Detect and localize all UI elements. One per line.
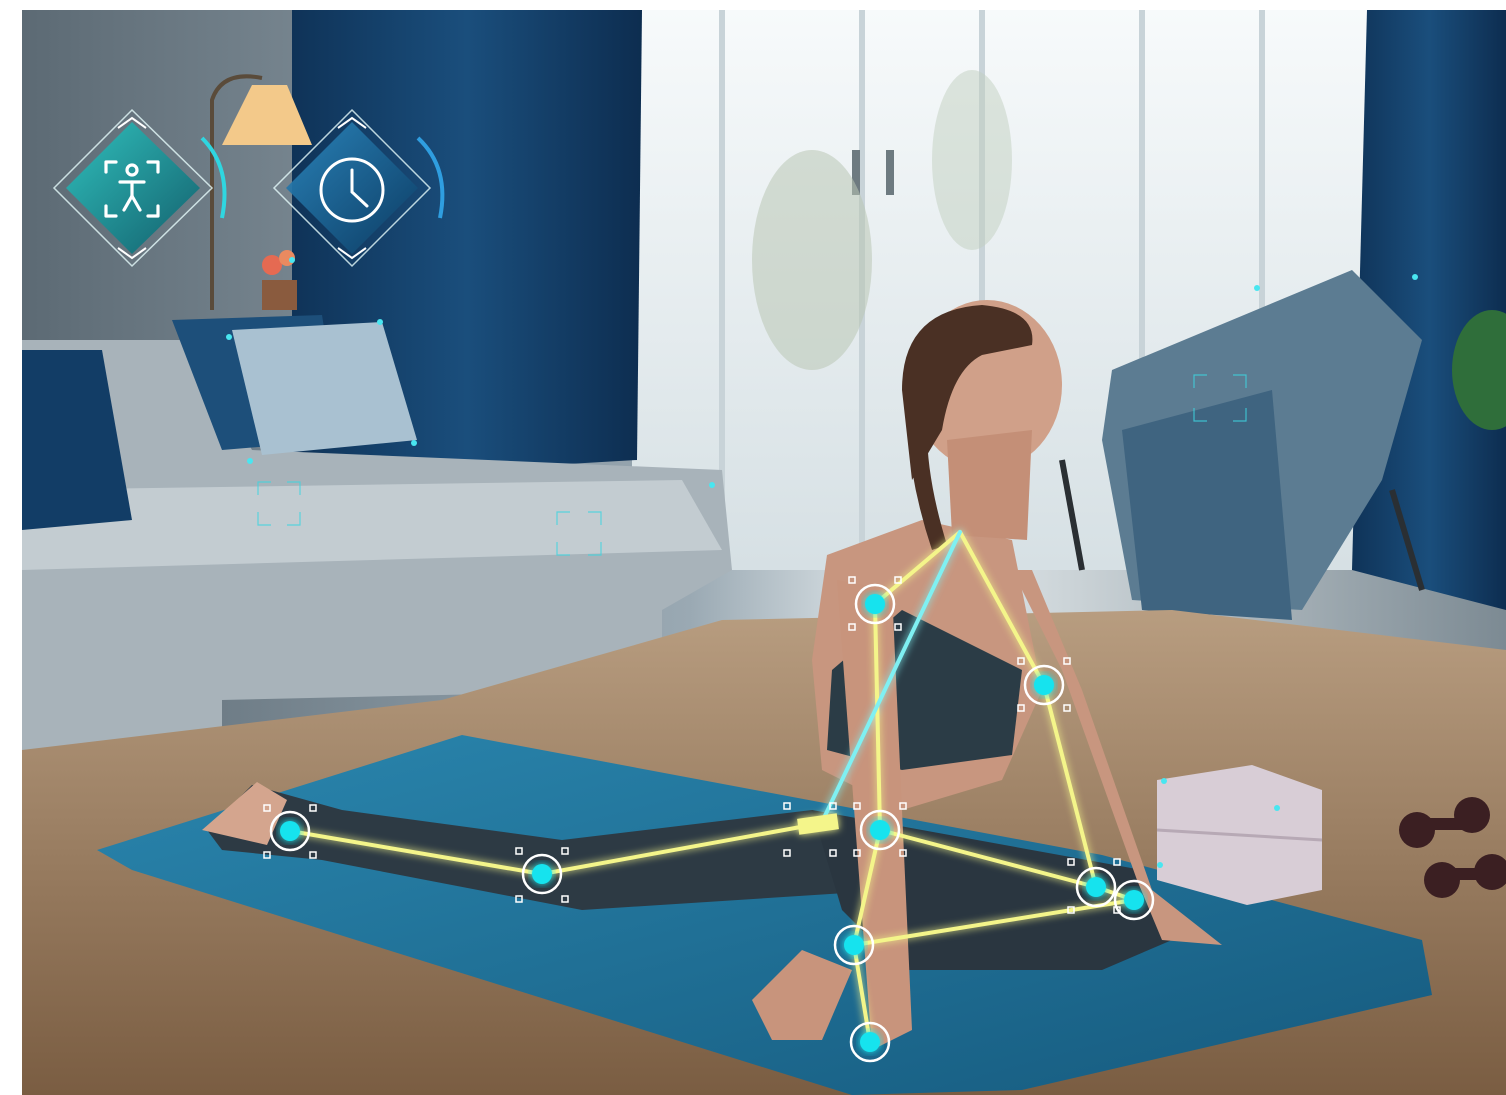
scene-canvas [22,10,1506,1095]
door-handle [886,150,894,195]
yoga-pose-scene [22,10,1506,1095]
flower-pot [262,280,297,310]
outdoor-plant [932,70,1012,250]
armchair-blanket [1122,390,1292,620]
outdoor-plant [752,150,872,370]
